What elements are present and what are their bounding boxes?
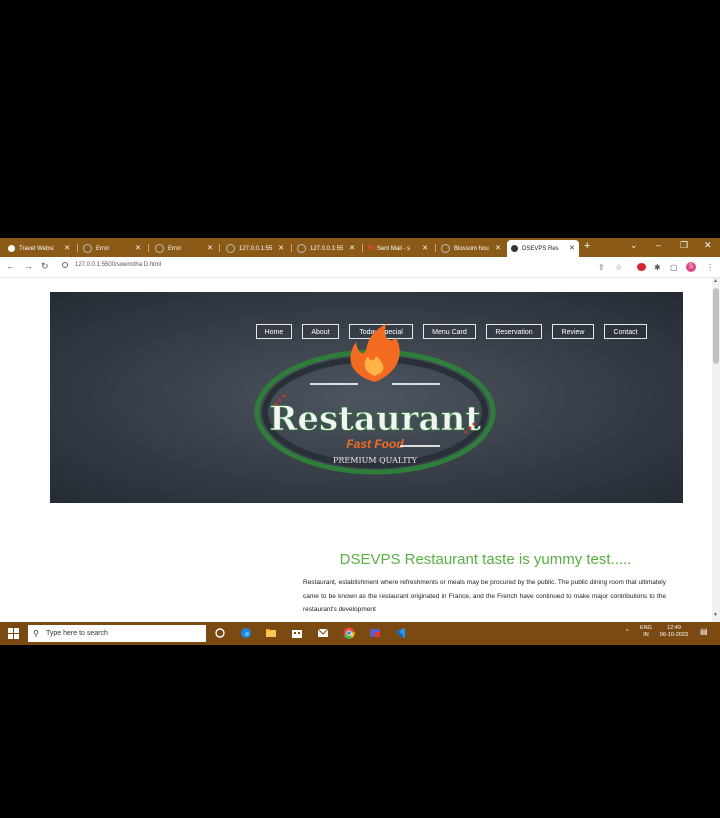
gmail-icon: M	[368, 245, 374, 252]
globe-icon	[441, 244, 450, 253]
globe-icon	[83, 244, 92, 253]
tab-divider	[435, 244, 436, 252]
tab-close-icon[interactable]: ✕	[207, 244, 213, 252]
tab-title: Travel Websi	[19, 245, 54, 252]
file-explorer-icon[interactable]	[265, 627, 277, 639]
tab-divider	[291, 244, 292, 252]
new-tab-button[interactable]: +	[584, 240, 590, 252]
globe-icon	[226, 244, 235, 253]
teams-icon[interactable]	[369, 627, 381, 639]
vscode-icon[interactable]	[394, 627, 406, 639]
nav-contact[interactable]: Contact	[604, 324, 647, 339]
tab-close-icon[interactable]: ✕	[495, 244, 501, 252]
windows-start-icon[interactable]	[8, 628, 19, 639]
restore-icon[interactable]: ❐	[680, 240, 688, 251]
web-page: Home About Today Special Menu Card Reser…	[0, 278, 712, 622]
show-hidden-icons-icon[interactable]: ^	[626, 629, 629, 636]
cortana-icon[interactable]	[214, 627, 226, 639]
tab-title: Error	[168, 245, 182, 252]
tab-blossom-house[interactable]: Blossom hou ✕	[437, 240, 505, 257]
extensions-puzzle-icon[interactable]: ✱	[654, 263, 661, 272]
share-icon[interactable]: ⇪	[598, 263, 605, 272]
tab-close-icon[interactable]: ✕	[422, 244, 428, 252]
tab-localhost-1[interactable]: 127.0.0.1:55 ✕	[222, 240, 288, 257]
scroll-up-icon[interactable]: ▲	[713, 278, 718, 284]
tab-close-icon[interactable]: ✕	[278, 244, 284, 252]
notification-icon[interactable]: ▤	[700, 628, 708, 636]
language-code: ENG	[640, 625, 652, 631]
tab-close-icon[interactable]: ✕	[569, 244, 575, 252]
minimize-icon[interactable]: –	[656, 240, 661, 250]
intro-paragraph: Restaurant, establishment where refreshm…	[303, 579, 666, 613]
clock-date: 06-10-2023	[659, 632, 689, 638]
language-indicator[interactable]: ENG IN	[640, 625, 652, 639]
tab-divider	[362, 244, 363, 252]
clock-time: 12:49	[667, 625, 681, 631]
forward-icon[interactable]: →	[24, 261, 33, 271]
tab-divider	[219, 244, 220, 252]
page-heading: DSEVPS Restaurant taste is yummy test...…	[339, 551, 632, 568]
globe-icon	[511, 245, 518, 252]
screen: Travel Websi ✕ Error ✕ Error ✕ 127.0.0.1…	[0, 238, 720, 645]
menu-kebab-icon[interactable]: ⋮	[706, 263, 714, 272]
region-code: IN	[643, 632, 649, 638]
tab-search-icon[interactable]: ⌄	[630, 240, 638, 251]
search-placeholder: Type here to search	[46, 630, 108, 637]
logo-wordmark: Restaurant	[269, 399, 481, 439]
url-field[interactable]: 127.0.0.1:5500/sowmitha D.html	[75, 262, 161, 268]
tab-title: 127.0.0.1:55	[310, 245, 344, 252]
restaurant-logo: Restaurant Fast Food PREMIUM QUALITY	[254, 324, 496, 475]
edge-icon[interactable]	[240, 627, 252, 639]
tab-close-icon[interactable]: ✕	[135, 244, 141, 252]
tab-travel-website[interactable]: Travel Websi ✕	[4, 240, 74, 257]
tab-error-1[interactable]: Error ✕	[79, 240, 145, 257]
tab-title: Error	[96, 245, 110, 252]
tab-close-icon[interactable]: ✕	[64, 244, 70, 252]
logo-tagline: Fast Food	[346, 437, 404, 451]
scrollbar-thumb[interactable]	[713, 288, 719, 364]
hero-banner: Home About Today Special Menu Card Reser…	[50, 292, 683, 503]
profile-avatar[interactable]: S	[686, 262, 696, 272]
extension-icon[interactable]	[637, 263, 646, 271]
store-icon[interactable]	[291, 627, 303, 639]
tab-localhost-2[interactable]: 127.0.0.1:55 ✕	[293, 240, 359, 257]
globe-icon	[297, 244, 306, 253]
bookmark-star-icon[interactable]: ☆	[615, 263, 622, 272]
tab-divider	[77, 244, 78, 252]
tab-close-icon[interactable]: ✕	[349, 244, 355, 252]
address-bar: ← → ↻ 127.0.0.1:5500/sowmitha D.html ⇪ ☆…	[0, 257, 720, 278]
globe-icon	[155, 244, 164, 253]
search-icon: ⚲	[33, 629, 39, 638]
tab-title: Sent Mail - s	[376, 245, 411, 252]
taskbar-search-box[interactable]: ⚲ Type here to search	[28, 625, 206, 642]
back-icon[interactable]: ←	[6, 261, 15, 271]
windows-taskbar: ⚲ Type here to search ^ ENG IN 12:49 06-…	[0, 622, 720, 645]
page-scrollbar[interactable]: ▲ ▼	[712, 278, 720, 622]
scroll-down-icon[interactable]: ▼	[713, 612, 718, 618]
mail-icon[interactable]	[317, 627, 329, 639]
tab-dsevps-restaurant[interactable]: DSEVPS Res ✕	[507, 240, 579, 257]
logo-badge: PREMIUM QUALITY	[333, 456, 418, 465]
tab-title: Blossom hou	[454, 245, 489, 252]
tab-error-2[interactable]: Error ✕	[151, 240, 217, 257]
tab-divider	[148, 244, 149, 252]
hp-icon	[8, 245, 15, 252]
site-info-icon[interactable]	[62, 262, 68, 268]
side-panel-icon[interactable]: ▢	[670, 263, 678, 272]
tab-title: 127.0.0.1:55	[239, 245, 273, 252]
tab-strip: Travel Websi ✕ Error ✕ Error ✕ 127.0.0.1…	[0, 238, 720, 257]
clock[interactable]: 12:49 06-10-2023	[656, 625, 692, 639]
nav-review[interactable]: Review	[552, 324, 594, 339]
reload-icon[interactable]: ↻	[41, 261, 49, 272]
chrome-icon[interactable]	[343, 627, 355, 639]
close-window-icon[interactable]: ✕	[704, 240, 712, 251]
tab-title: DSEVPS Res	[522, 245, 559, 252]
tab-sent-mail[interactable]: M Sent Mail - s ✕	[364, 240, 432, 257]
